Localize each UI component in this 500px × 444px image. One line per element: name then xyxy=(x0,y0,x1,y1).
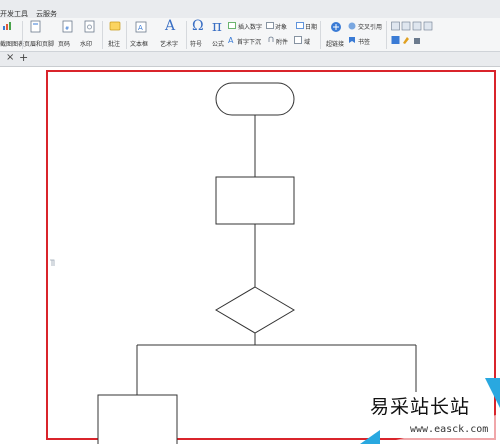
decision-shape[interactable] xyxy=(215,286,295,334)
watermark-text: 易采站长站 xyxy=(370,396,471,418)
watermark-url: www.easck.com xyxy=(410,424,489,435)
terminator-shape[interactable] xyxy=(215,82,295,116)
process-shape[interactable] xyxy=(215,176,295,225)
process-shape-lower[interactable] xyxy=(97,394,178,444)
